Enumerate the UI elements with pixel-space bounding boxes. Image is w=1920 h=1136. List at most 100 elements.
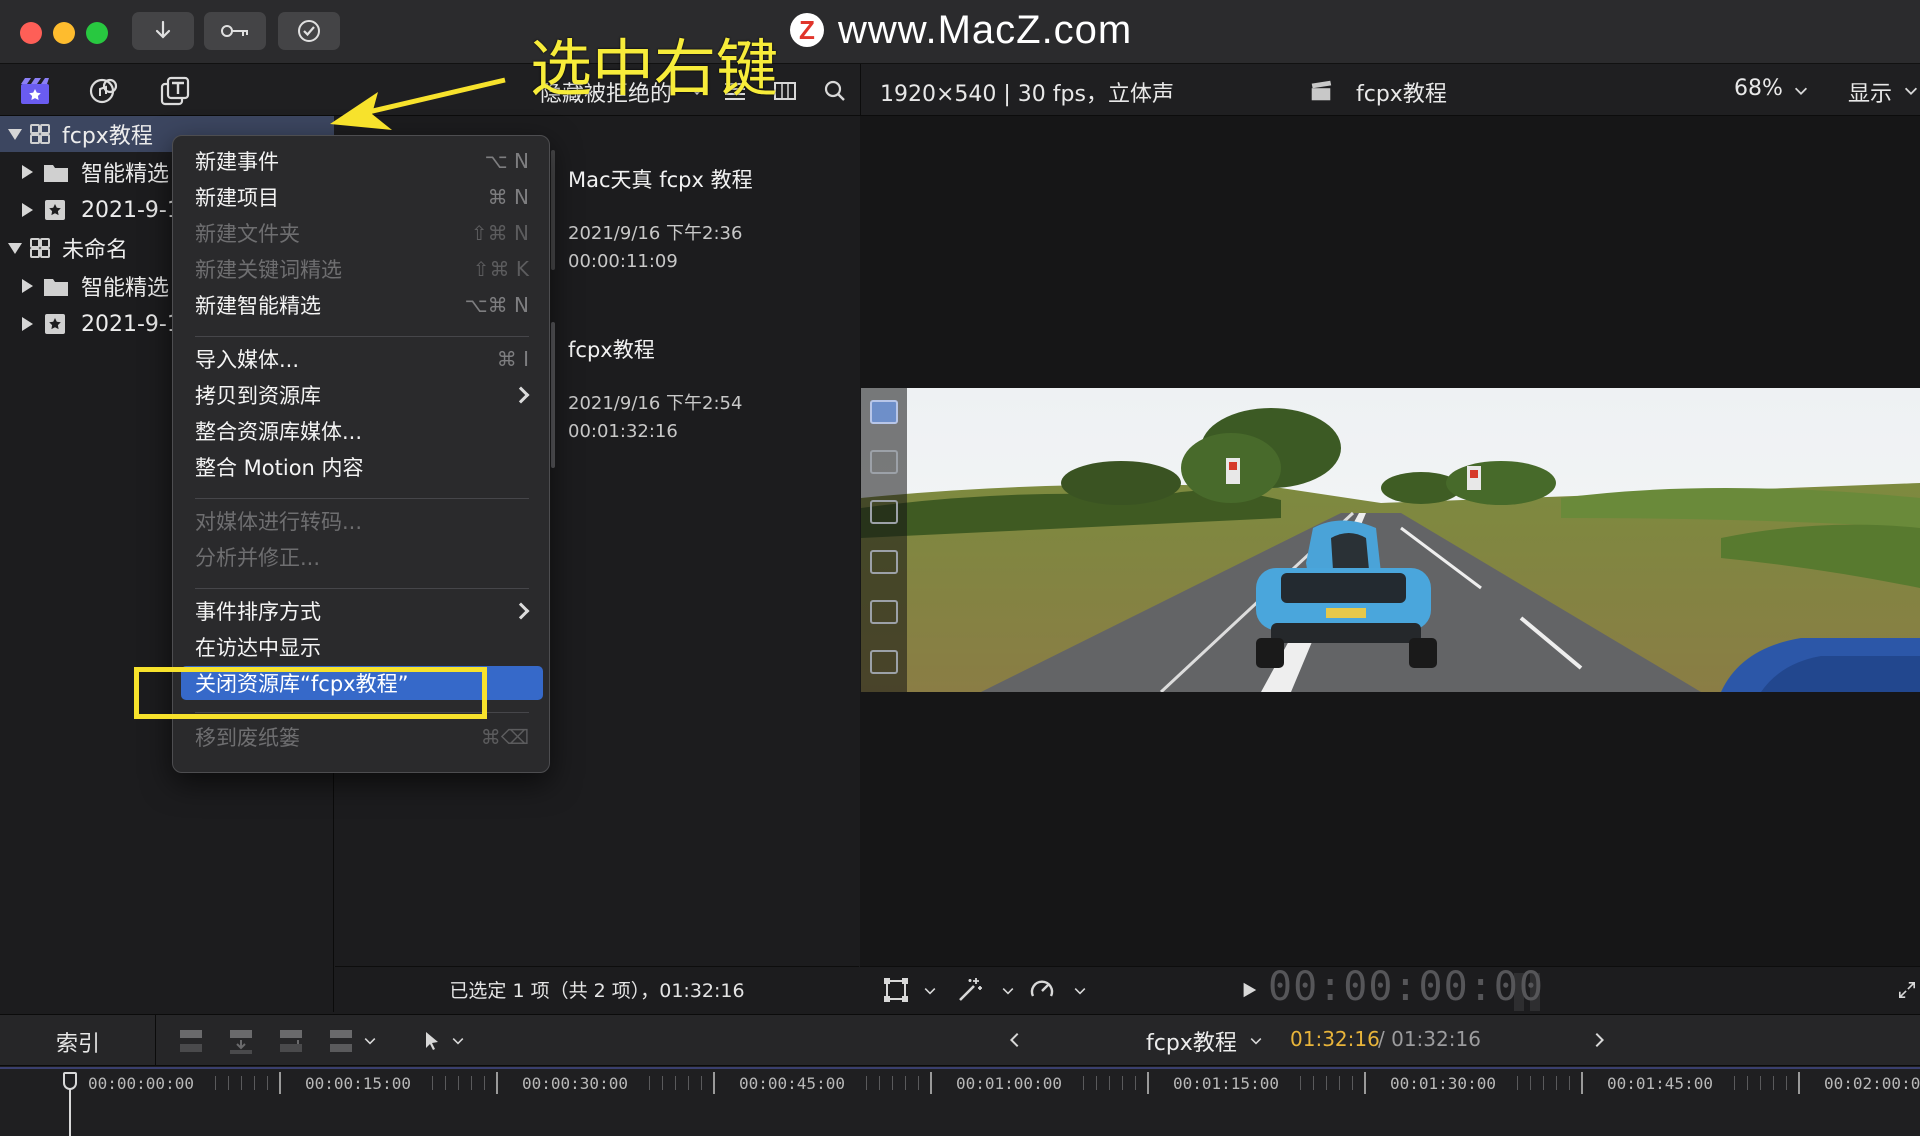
menu-item-new-event[interactable]: 新建事件 ⌥ N [173, 144, 551, 178]
magic-wand-icon[interactable] [956, 976, 984, 1004]
ruler-minor-tick [1352, 1076, 1353, 1090]
ruler-time-label: 00:00:00:00 [88, 1074, 194, 1093]
library-icon [30, 124, 50, 144]
chevron-down-icon[interactable] [450, 1033, 466, 1049]
append-clip-icon[interactable] [276, 1026, 306, 1056]
menu-item-new-project[interactable]: 新建项目 ⌘ N [173, 180, 551, 214]
overwrite-clip-icon[interactable] [326, 1026, 356, 1056]
disclosure-triangle-icon[interactable] [8, 128, 22, 140]
ruler-minor-tick [1339, 1076, 1340, 1090]
ruler-major-tick [1147, 1072, 1149, 1094]
filmstrip-thumb[interactable] [870, 650, 898, 674]
fullscreen-icon[interactable] [1898, 981, 1916, 999]
ruler-minor-tick [1109, 1076, 1110, 1090]
zoom-window-button[interactable] [86, 22, 108, 44]
disclosure-triangle-icon[interactable] [22, 317, 33, 331]
ruler-time-label: 00:00:30:00 [522, 1074, 628, 1093]
retime-speed-icon[interactable] [1028, 976, 1056, 1004]
ruler-minor-tick [1747, 1076, 1748, 1090]
menu-item-consolidate-motion[interactable]: 整合 Motion 内容 [173, 450, 551, 484]
menu-item-sort-events[interactable]: 事件排序方式 [173, 594, 551, 628]
clip-title[interactable]: fcpx教程 [568, 334, 655, 364]
menu-item-new-keyword-collection[interactable]: 新建关键词精选 ⇧⌘ K [173, 252, 551, 286]
ruler-minor-tick [1122, 1076, 1123, 1090]
timeline-index-button[interactable]: 索引 [56, 1026, 100, 1058]
sidebar-item-label: 2021-9-1 [81, 311, 181, 337]
folder-icon [44, 165, 68, 182]
keyword-button[interactable] [204, 12, 266, 50]
menu-item-copy-to-library[interactable]: 拷贝到资源库 [173, 378, 551, 412]
search-icon[interactable] [818, 74, 852, 108]
chevron-down-icon[interactable] [1248, 1033, 1264, 1049]
playhead-handle[interactable] [63, 1072, 77, 1090]
chevron-down-icon[interactable] [1072, 983, 1088, 999]
filmstrip-thumb[interactable] [870, 450, 898, 474]
ruler-time-label: 00:01:15:00 [1173, 1074, 1279, 1093]
ruler-minor-tick [892, 1076, 893, 1090]
connect-clip-icon[interactable] [176, 1026, 206, 1056]
menu-item-new-folder[interactable]: 新建文件夹 ⇧⌘ N [173, 216, 551, 250]
ruler-minor-tick [471, 1076, 472, 1090]
chevron-down-icon[interactable] [1894, 74, 1920, 108]
display-menu[interactable]: 显示 [1848, 76, 1892, 108]
ruler-minor-tick [1760, 1076, 1761, 1090]
history-forward-icon[interactable] [1590, 1031, 1608, 1049]
menu-item-import-media[interactable]: 导入媒体... ⌘ I [173, 342, 551, 376]
filmstrip-thumb[interactable] [870, 600, 898, 624]
menu-item-transcode[interactable]: 对媒体进行转码... [173, 504, 551, 538]
disclosure-triangle-icon[interactable] [8, 242, 22, 254]
titles-generators-icon[interactable] [158, 74, 192, 108]
menu-item-new-smart-collection[interactable]: 新建智能精选 ⌥⌘ N [173, 288, 551, 322]
disclosure-triangle-icon[interactable] [22, 279, 33, 293]
ruler-time-label: 00:00:15:00 [305, 1074, 411, 1093]
menu-item-move-to-trash[interactable]: 移到废纸篓 ⌘⌫ [173, 720, 551, 754]
ruler-border [0, 1067, 1920, 1069]
close-window-button[interactable] [20, 22, 42, 44]
menu-item-reveal-in-finder[interactable]: 在访达中显示 [173, 630, 551, 664]
minimize-window-button[interactable] [53, 22, 75, 44]
select-tool-icon[interactable] [420, 1029, 444, 1053]
timeline-toolbar: fcpx教程 01:32:16 / 01:32:16 [0, 1014, 1920, 1066]
background-tasks-button[interactable] [278, 12, 340, 50]
clip-title[interactable]: Mac天真 fcpx 教程 [568, 164, 753, 194]
menu-item-analyze-fix[interactable]: 分析并修正... [173, 540, 551, 574]
insert-clip-icon[interactable] [226, 1026, 256, 1056]
import-button[interactable] [132, 12, 194, 50]
event-star-icon [45, 200, 65, 220]
filmstrip-thumb[interactable] [870, 500, 898, 524]
key-icon [221, 25, 248, 37]
ruler-minor-tick [1530, 1076, 1531, 1090]
clip-duration: 00:01:32:16 [568, 421, 678, 442]
filmstrip-thumb[interactable] [870, 550, 898, 574]
ruler-minor-tick [1734, 1076, 1735, 1090]
ruler-minor-tick [879, 1076, 880, 1090]
sidebar-item-label: 2021-9-1 [81, 197, 181, 223]
ruler-minor-tick [445, 1076, 446, 1090]
chevron-down-icon[interactable] [362, 1033, 378, 1049]
chevron-down-icon[interactable] [1000, 983, 1016, 999]
libraries-icon[interactable] [18, 74, 52, 108]
disclosure-triangle-icon[interactable] [22, 165, 33, 179]
zoom-level[interactable]: 68% [1734, 76, 1783, 101]
clip-filmstrip[interactable] [551, 150, 555, 270]
menu-item-consolidate-media[interactable]: 整合资源库媒体... [173, 414, 551, 448]
clapper-icon [1304, 74, 1338, 108]
transform-icon[interactable] [882, 976, 910, 1004]
checkmark-icon [298, 20, 320, 42]
watermark-text: www.MacZ.com [838, 7, 1133, 52]
play-icon[interactable] [1240, 981, 1258, 999]
history-back-icon[interactable] [1006, 1031, 1024, 1049]
ruler-minor-tick [458, 1076, 459, 1090]
ruler-time-label: 00:01:00:00 [956, 1074, 1062, 1093]
clip-date: 2021/9/16 下午2:36 [568, 223, 743, 244]
photos-audio-icon[interactable] [88, 74, 122, 108]
ruler-minor-tick [484, 1076, 485, 1090]
chevron-down-icon[interactable] [1784, 74, 1818, 108]
chevron-down-icon[interactable] [922, 983, 938, 999]
disclosure-triangle-icon[interactable] [22, 203, 33, 217]
clip-filmstrip[interactable] [551, 322, 555, 468]
filmstrip-thumb[interactable] [870, 400, 898, 424]
ruler-minor-tick [905, 1076, 906, 1090]
timeline-project-name[interactable]: fcpx教程 [1146, 1025, 1237, 1057]
ruler-minor-tick [1096, 1076, 1097, 1090]
